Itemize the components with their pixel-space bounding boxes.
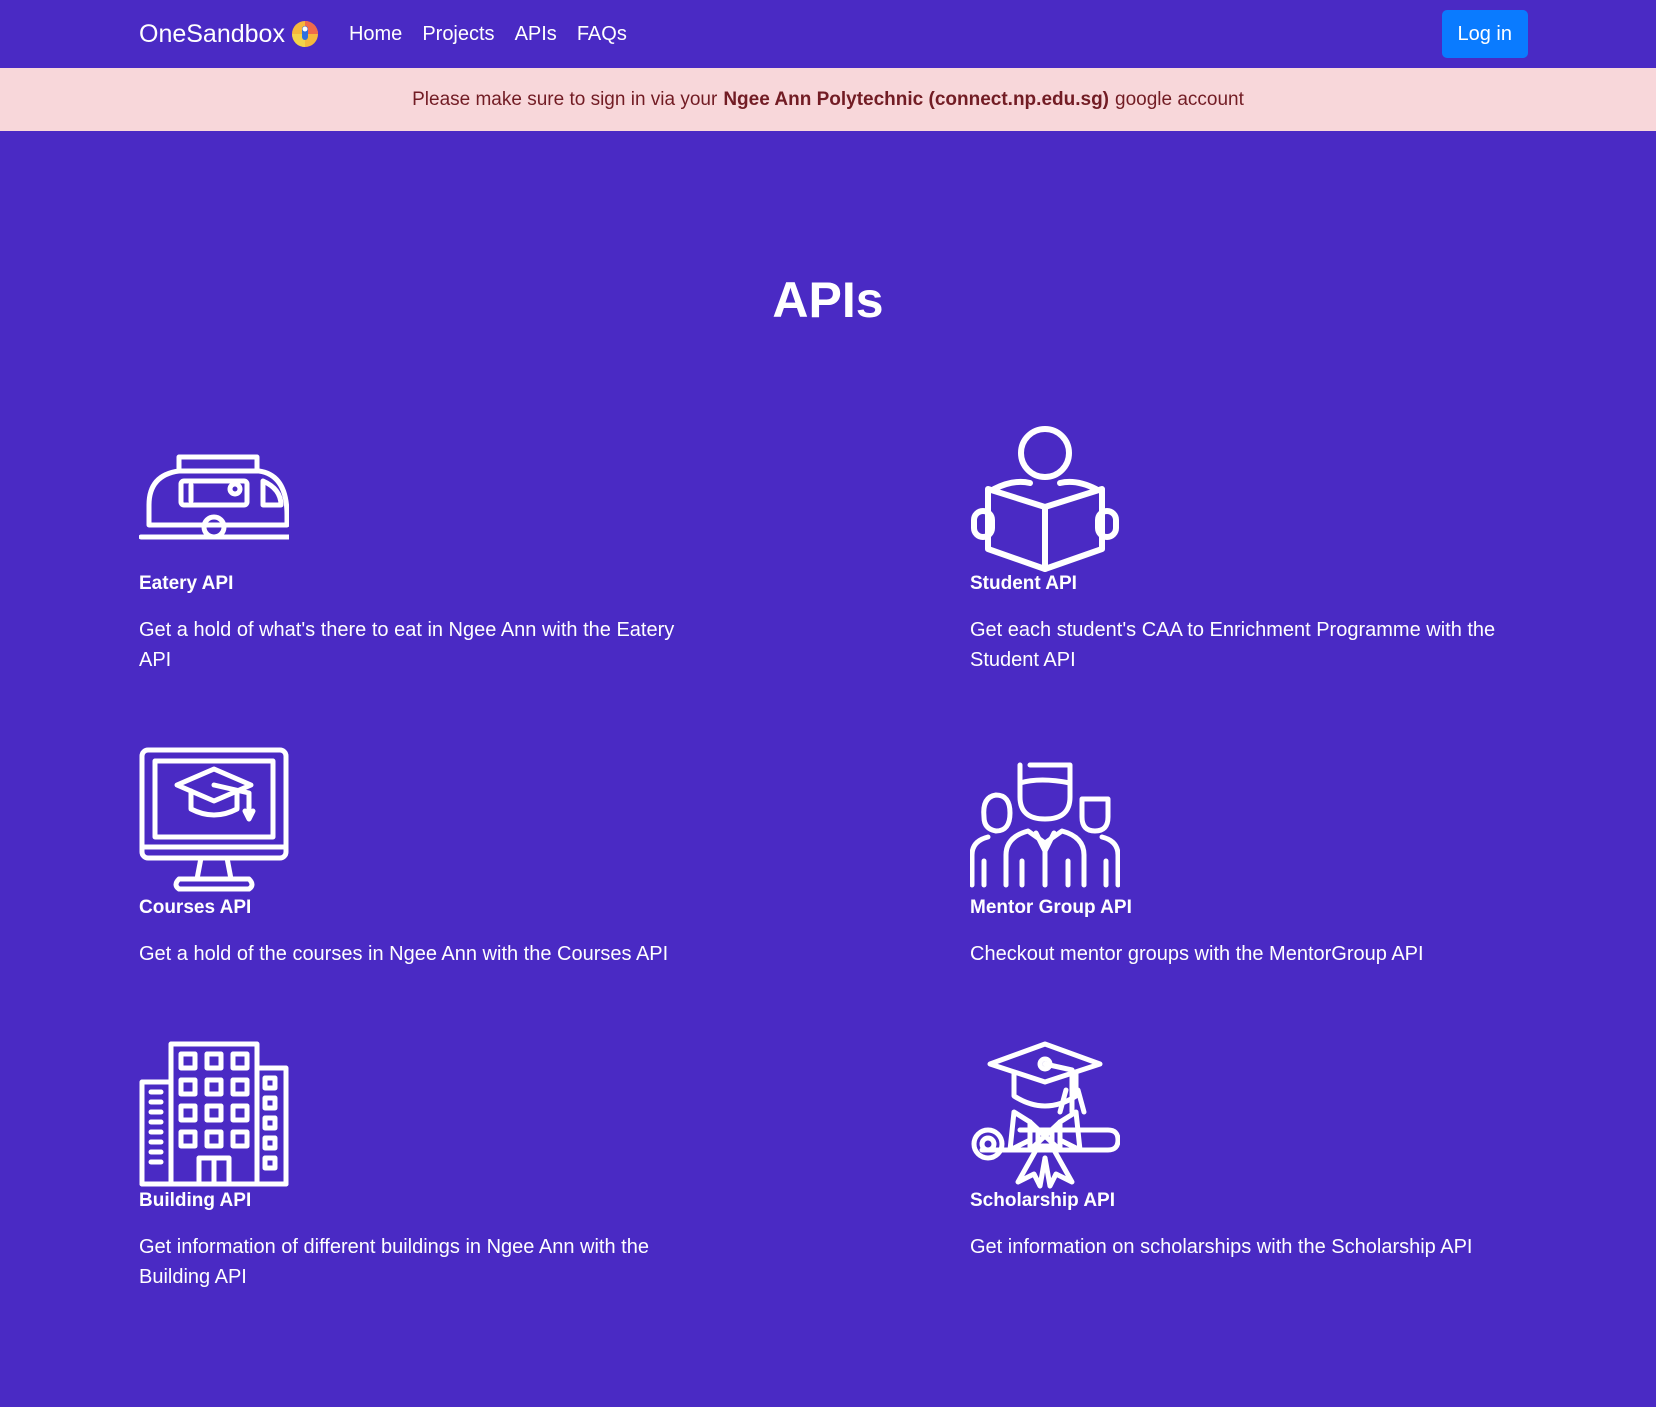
nav-faqs[interactable]: FAQs xyxy=(577,23,627,46)
api-name: Courses API xyxy=(139,897,252,918)
alert-suffix: google account xyxy=(1115,88,1244,110)
nav-apis[interactable]: APIs xyxy=(515,23,557,46)
api-card-scholarship[interactable]: Scholarship API Get information on schol… xyxy=(970,1040,1530,1262)
graduation-diploma-icon xyxy=(970,1040,1121,1190)
nav-home[interactable]: Home xyxy=(349,23,402,46)
api-card-eatery[interactable]: Eatery API Get a hold of what's there to… xyxy=(138,423,699,675)
api-desc: Checkout mentor groups with the MentorGr… xyxy=(970,943,1424,965)
online-course-icon xyxy=(139,747,289,897)
api-name: Scholarship API xyxy=(970,1190,1115,1211)
api-card-student[interactable]: Student API Get each student's CAA to En… xyxy=(970,423,1530,675)
nav-links: Home Projects APIs FAQs xyxy=(349,23,627,46)
api-card-courses[interactable]: Courses API Get a hold of the courses in… xyxy=(139,747,699,969)
api-desc: Get a hold of what's there to eat in Nge… xyxy=(139,619,675,671)
mentor-group-icon xyxy=(969,747,1121,897)
api-desc: Get a hold of the courses in Ngee Ann wi… xyxy=(139,943,669,965)
navbar: OneSandbox Home Projects APIs FAQs Log i… xyxy=(0,0,1656,68)
api-card-building[interactable]: Building API Get information of differen… xyxy=(139,1040,699,1292)
signin-alert: Please make sure to sign in via your Nge… xyxy=(0,68,1656,131)
api-card-mentor-group[interactable]: Mentor Group API Checkout mentor groups … xyxy=(969,747,1530,969)
api-name: Student API xyxy=(970,573,1077,594)
api-desc: Get information on scholarships with the… xyxy=(970,1236,1473,1258)
api-name: Eatery API xyxy=(139,573,234,594)
brand[interactable]: OneSandbox xyxy=(139,20,319,49)
student-reading-icon xyxy=(970,423,1120,573)
alert-prefix: Please make sure to sign in via your xyxy=(412,88,718,110)
brand-logo-icon xyxy=(291,21,318,47)
login-button[interactable]: Log in xyxy=(1441,10,1528,58)
building-icon xyxy=(139,1040,289,1190)
food-truck-icon xyxy=(138,423,292,573)
api-desc: Get information of different buildings i… xyxy=(139,1236,649,1288)
api-name: Building API xyxy=(139,1190,252,1211)
api-name: Mentor Group API xyxy=(970,897,1132,918)
api-desc: Get each student's CAA to Enrichment Pro… xyxy=(970,619,1496,671)
page-title: APIs xyxy=(772,272,884,328)
brand-name: OneSandbox xyxy=(139,19,285,48)
alert-bold: Ngee Ann Polytechnic (connect.np.edu.sg) xyxy=(723,88,1109,110)
nav-projects[interactable]: Projects xyxy=(422,23,494,46)
